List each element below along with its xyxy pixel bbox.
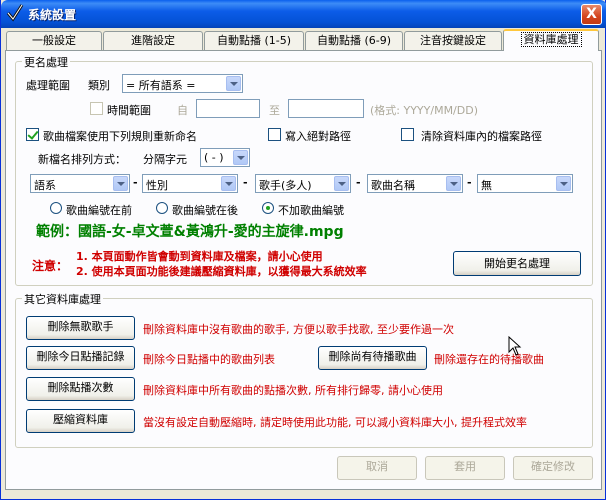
tab-autoplay-1-5[interactable]: 自動點播 (1-5) — [204, 31, 304, 50]
compress-db-button[interactable]: 壓縮資料庫 — [26, 409, 135, 433]
clear-path-checkbox[interactable] — [401, 128, 414, 141]
delete-no-song-singer-button[interactable]: 刪除無歌歌手 — [26, 316, 135, 340]
name-field-4-value: 歌曲名稱 — [371, 179, 415, 192]
chevron-down-icon[interactable] — [226, 76, 241, 91]
to-label: 至 — [269, 104, 280, 117]
other-db-group-title: 其它資料庫處理 — [22, 291, 103, 307]
absolute-path-label: 寫入絕對路徑 — [285, 130, 351, 143]
separator-label: 分隔字元 — [143, 153, 187, 166]
tab-database-label: 資料庫處理 — [520, 32, 582, 47]
dash-separator: - — [467, 176, 472, 189]
scope-label: 處理範圍 — [26, 79, 70, 92]
tab-strip: 一般設定 進階設定 自動點播 (1-5) 自動點播 (6-9) 注音按鍵設定 資… — [5, 29, 603, 51]
delete-pending-button[interactable]: 刪除尚有待播歌曲 — [318, 346, 427, 370]
number-last-label: 歌曲編號在後 — [172, 204, 238, 217]
confirm-button[interactable]: 確定修改 — [513, 456, 593, 480]
rename-rule-checkbox[interactable] — [26, 128, 39, 141]
time-range-label: 時間範圍 — [107, 104, 151, 117]
date-format-hint: (格式: YYYY/MM/DD) — [370, 104, 478, 117]
notice-line-2: 2. 使用本頁面功能後建議壓縮資料庫，以獲得最大系統效率 — [76, 265, 367, 278]
rename-rule-label: 歌曲檔案使用下列規則重新命名 — [43, 130, 197, 143]
delete-play-count-button[interactable]: 刪除點播次數 — [26, 377, 135, 401]
rename-group: 更名處理 處理範圍 類別 = 所有語系 = 時間範圍 自 至 (格式: YYYY… — [15, 54, 593, 286]
compress-db-desc: 當沒有設定自動壓縮時, 請定時使用此功能, 可以減小資料庫大小, 提升程式效率 — [143, 416, 527, 429]
category-select-value: = 所有語系 = — [126, 79, 196, 92]
separator-select[interactable]: ( - ) — [200, 148, 250, 167]
checkmark-icon — [6, 4, 24, 22]
separator-select-value: ( - ) — [204, 151, 224, 164]
chevron-down-icon[interactable] — [556, 176, 571, 191]
number-first-radio[interactable] — [50, 202, 62, 214]
name-field-5-select[interactable]: 無 — [477, 174, 573, 193]
dash-separator: - — [356, 176, 361, 189]
delete-pending-desc: 刪除還存在的待播歌曲 — [434, 353, 544, 366]
delete-play-count-desc: 刪除資料庫中所有歌曲的點播次數, 所有排行歸零, 請小心使用 — [143, 384, 443, 397]
tab-zhuyin-keys[interactable]: 注音按鍵設定 — [404, 31, 502, 50]
window-title: 系統設置 — [28, 8, 77, 22]
number-first-label: 歌曲編號在前 — [66, 204, 132, 217]
notice-label: 注意： — [32, 259, 69, 273]
name-field-5-value: 無 — [481, 179, 492, 192]
name-field-4-select[interactable]: 歌曲名稱 — [367, 174, 463, 193]
example-text: 範例：國語-女-卓文萱&黃鴻升-愛的主旋律.mpg — [36, 224, 344, 240]
close-button[interactable]: X — [581, 4, 602, 25]
tab-advanced[interactable]: 進階設定 — [103, 31, 203, 50]
tab-general[interactable]: 一般設定 — [6, 31, 102, 50]
name-field-2-select[interactable]: 性別 — [142, 174, 238, 193]
name-field-1-select[interactable]: 語系 — [30, 174, 130, 193]
order-label: 新檔名排列方式： — [38, 153, 126, 166]
clear-path-label: 清除資料庫內的檔案路徑 — [421, 130, 542, 143]
no-number-label: 不加歌曲編號 — [278, 204, 344, 217]
title-bar[interactable]: 系統設置 X — [1, 0, 606, 28]
notice-line-1: 1. 本頁面動作皆會動到資料庫及檔案，請小心使用 — [76, 250, 323, 263]
chevron-down-icon[interactable] — [446, 176, 461, 191]
chevron-down-icon[interactable] — [334, 176, 349, 191]
no-number-radio[interactable] — [262, 202, 274, 214]
tab-database[interactable]: 資料庫處理 — [503, 29, 599, 51]
chevron-down-icon[interactable] — [233, 150, 248, 165]
number-last-radio[interactable] — [156, 202, 168, 214]
chevron-down-icon[interactable] — [113, 176, 128, 191]
rename-group-title: 更名處理 — [22, 54, 70, 70]
delete-today-records-button[interactable]: 刪除今日點播記錄 — [26, 346, 135, 370]
absolute-path-checkbox[interactable] — [268, 128, 281, 141]
time-range-checkbox[interactable] — [90, 102, 103, 115]
chevron-down-icon[interactable] — [221, 176, 236, 191]
name-field-3-select[interactable]: 歌手(多人) — [255, 174, 351, 193]
from-label: 自 — [177, 104, 188, 117]
mouse-cursor-icon — [508, 336, 522, 356]
settings-window: 系統設置 X 一般設定 進階設定 自動點播 (1-5) 自動點播 (6-9) 注… — [0, 0, 606, 500]
to-date-input[interactable] — [288, 99, 364, 118]
dash-separator: - — [133, 176, 138, 189]
apply-button[interactable]: 套用 — [425, 456, 505, 480]
start-rename-button[interactable]: 開始更名處理 — [453, 251, 581, 276]
name-field-3-value: 歌手(多人) — [259, 179, 312, 192]
dash-separator: - — [243, 176, 248, 189]
database-panel: 更名處理 處理範圍 類別 = 所有語系 = 時間範圍 自 至 (格式: YYYY… — [5, 50, 602, 490]
delete-today-records-desc: 刪除今日點播中的歌曲列表 — [143, 353, 275, 366]
name-field-2-value: 性別 — [146, 179, 168, 192]
from-date-input[interactable] — [196, 99, 260, 118]
cancel-button[interactable]: 取消 — [337, 456, 417, 480]
category-select[interactable]: = 所有語系 = — [122, 74, 243, 93]
tab-autoplay-6-9[interactable]: 自動點播 (6-9) — [305, 31, 403, 50]
name-field-1-value: 語系 — [34, 179, 56, 192]
other-db-group: 其它資料庫處理 刪除無歌歌手 刪除資料庫中沒有歌曲的歌手, 方便以歌手找歌, 至… — [15, 291, 593, 448]
category-label: 類別 — [88, 79, 110, 92]
delete-no-song-singer-desc: 刪除資料庫中沒有歌曲的歌手, 方便以歌手找歌, 至少要作過一次 — [143, 323, 454, 336]
